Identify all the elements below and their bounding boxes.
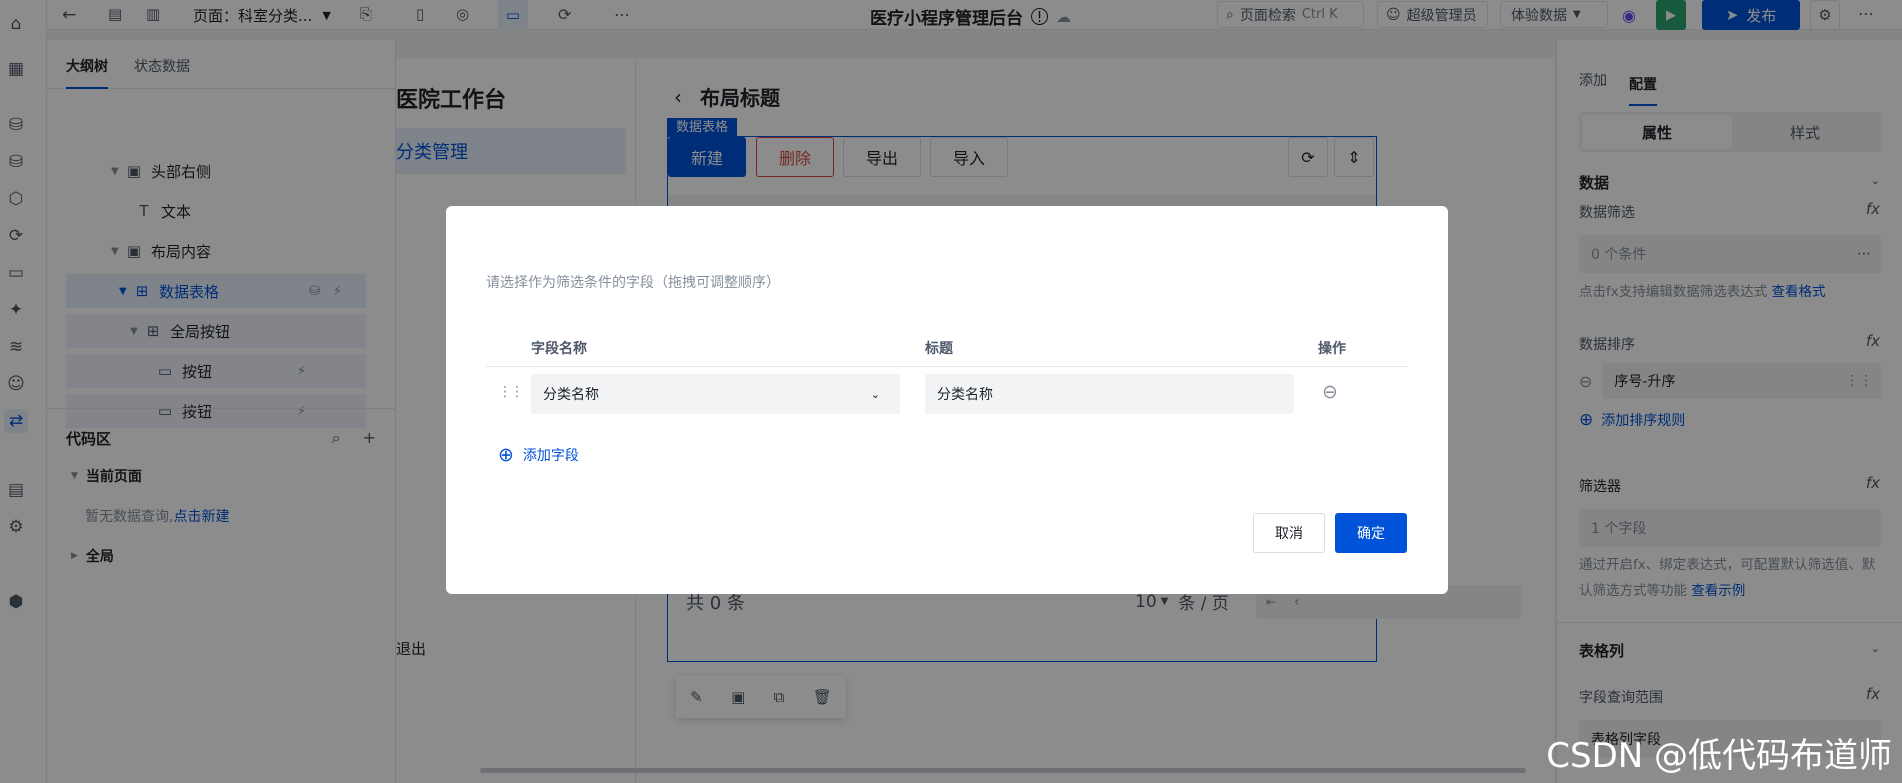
- column-header-title: 标题: [925, 341, 953, 357]
- drag-handle-icon[interactable]: ⋮⋮: [498, 384, 524, 400]
- add-field-button[interactable]: ⊕ 添加字段: [498, 444, 579, 466]
- add-circle-icon: ⊕: [498, 444, 514, 466]
- cancel-button[interactable]: 取消: [1253, 513, 1325, 553]
- field-name-value: 分类名称: [543, 387, 599, 403]
- field-title-value: 分类名称: [937, 387, 993, 403]
- field-title-input[interactable]: 分类名称: [925, 374, 1294, 414]
- column-header-field: 字段名称: [531, 341, 587, 357]
- field-name-select[interactable]: 分类名称 ⌄: [531, 374, 900, 414]
- dialog-hint: 请选择作为筛选条件的字段（拖拽可调整顺序）: [486, 275, 780, 291]
- confirm-button[interactable]: 确定: [1335, 513, 1407, 553]
- column-header-action: 操作: [1318, 341, 1346, 357]
- watermark: CSDN @低代码布道师: [1546, 736, 1892, 776]
- remove-icon[interactable]: ⊖: [1322, 381, 1338, 403]
- add-field-label: 添加字段: [522, 448, 579, 464]
- divider: [486, 366, 1408, 367]
- filter-fields-dialog: 请选择作为筛选条件的字段（拖拽可调整顺序） 字段名称 标题 操作 ⋮⋮ 分类名称…: [446, 206, 1448, 594]
- chevron-down-icon: ⌄: [870, 387, 880, 401]
